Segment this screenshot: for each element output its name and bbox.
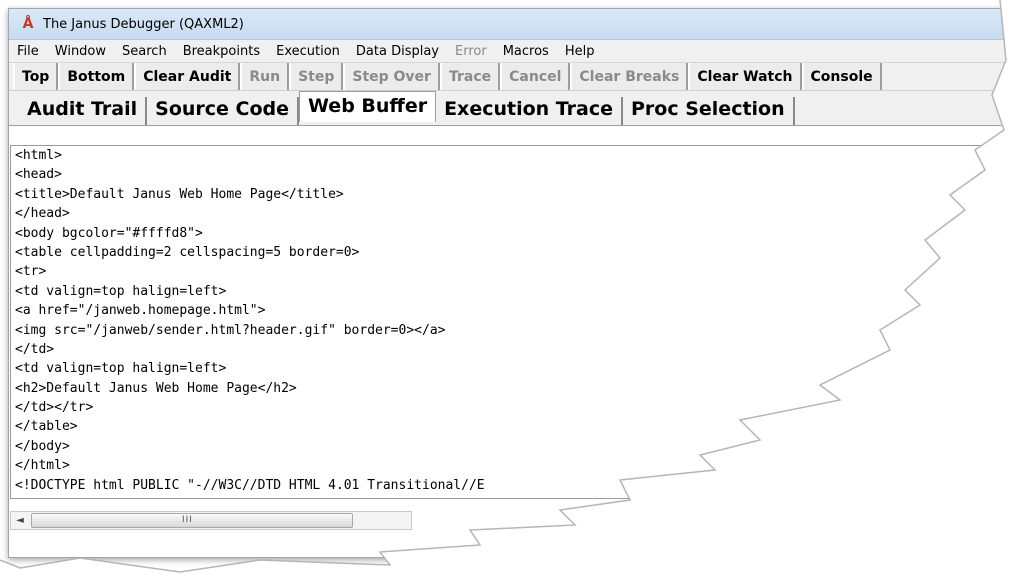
tab-audit-trail[interactable]: Audit Trail: [19, 97, 148, 125]
menu-item-file[interactable]: File: [9, 44, 47, 59]
scroll-left-arrow-icon[interactable]: ◄: [13, 512, 27, 529]
code-line: </table>: [15, 419, 78, 435]
top-button[interactable]: Top: [13, 63, 59, 90]
code-line: <!DOCTYPE html PUBLIC "-//W3C//DTD HTML …: [15, 477, 485, 493]
code-line: <h2>Default Janus Web Home Page</h2>: [15, 380, 297, 396]
code-line: <td valign=top halign=left>: [15, 361, 227, 377]
code-line: <img src="/janweb/sender.html?header.gif…: [15, 322, 446, 338]
scroll-thumb[interactable]: III: [31, 513, 353, 528]
run-button[interactable]: Run: [240, 63, 290, 90]
step-button[interactable]: Step: [289, 63, 344, 90]
title-bar: Å The Janus Debugger (QAXML2): [9, 9, 1020, 40]
menu-item-window[interactable]: Window: [47, 44, 114, 59]
code-line: </body>: [15, 438, 70, 454]
tab-execution-trace[interactable]: Execution Trace: [436, 97, 623, 125]
code-line: <tr>: [15, 264, 47, 280]
app-icon: Å: [22, 16, 34, 32]
menu-item-error[interactable]: Error: [447, 44, 495, 59]
trace-button[interactable]: Trace: [439, 63, 501, 90]
cancel-button[interactable]: Cancel: [500, 63, 571, 90]
clear-audit-button[interactable]: Clear Audit: [134, 63, 241, 90]
clear-watch-button[interactable]: Clear Watch: [688, 63, 802, 90]
code-line: </head>: [15, 206, 70, 222]
menu-item-execution[interactable]: Execution: [268, 44, 348, 59]
menu-item-breakpoints[interactable]: Breakpoints: [175, 44, 268, 59]
code-line: <html>: [15, 148, 62, 163]
code-line: <title>Default Janus Web Home Page</titl…: [15, 186, 344, 202]
tab-strip: Audit Trail Source Code Web Buffer Executio…: [9, 91, 1020, 126]
menu-bar: File Window Search Breakpoints Execution Data…: [9, 40, 1020, 63]
code-line: <HTML>: [11, 495, 1020, 498]
menu-item-search[interactable]: Search: [114, 44, 175, 59]
code-line: <a href="/janweb.homepage.html">: [15, 303, 266, 319]
window-title: The Janus Debugger (QAXML2): [43, 16, 244, 32]
step-over-button[interactable]: Step Over: [343, 63, 440, 90]
code-line: <body bgcolor="#ffffd8">: [15, 225, 203, 241]
tab-proc-selection[interactable]: Proc Selection: [623, 97, 795, 125]
menu-item-help[interactable]: Help: [557, 44, 603, 59]
menu-item-data-display[interactable]: Data Display: [348, 44, 447, 59]
code-line: <td valign=top halign=left>: [15, 283, 227, 299]
menu-item-macros[interactable]: Macros: [495, 44, 557, 59]
tab-source-code[interactable]: Source Code: [147, 97, 300, 125]
web-buffer-text-area[interactable]: <html> <head> <title>Default Janus Web Hom…: [10, 145, 1020, 499]
code-line: </html>: [15, 458, 70, 474]
bottom-button[interactable]: Bottom: [58, 63, 135, 90]
clear-breaks-button[interactable]: Clear Breaks: [570, 63, 689, 90]
scroll-grip-icon: III: [182, 515, 193, 525]
horizontal-scrollbar[interactable]: ◄ III: [10, 511, 412, 530]
code-line: </td></tr>: [15, 400, 94, 416]
code-line: </td>: [15, 341, 55, 357]
tab-web-buffer[interactable]: Web Buffer: [299, 91, 437, 122]
code-line: <head>: [15, 167, 62, 183]
toolbar: Top Bottom Clear Audit Run Step Step Over Trac…: [9, 63, 1020, 91]
code-line: <table cellpadding=2 cellspacing=5 borde…: [15, 244, 360, 260]
console-button[interactable]: Console: [801, 63, 882, 90]
